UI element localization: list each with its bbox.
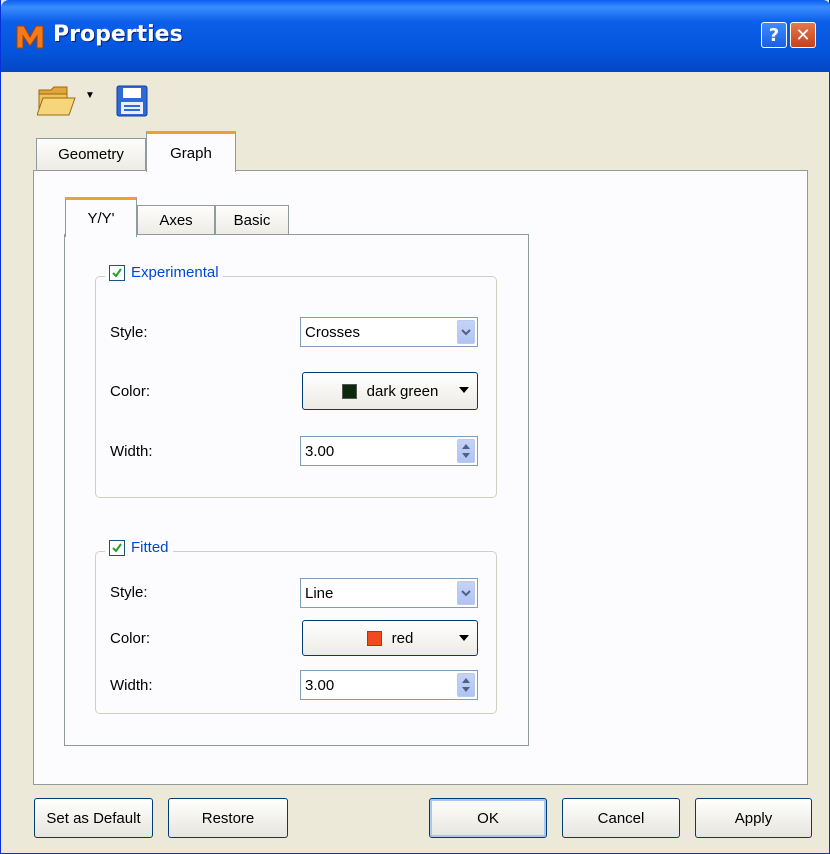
experimental-color-label: Color: bbox=[110, 383, 151, 400]
tab-axes[interactable]: Axes bbox=[137, 205, 215, 235]
experimental-style-value: Crosses bbox=[305, 323, 361, 341]
experimental-width-spinbox[interactable]: 3.00 bbox=[300, 436, 478, 466]
tab-basic[interactable]: Basic bbox=[215, 205, 289, 235]
apply-button[interactable]: Apply bbox=[695, 798, 812, 838]
tab-yy[interactable]: Y/Y' bbox=[65, 197, 137, 237]
experimental-width-label: Width: bbox=[110, 443, 153, 460]
title-bar[interactable]: Properties ? ✕ bbox=[1, 0, 830, 72]
close-button[interactable]: ✕ bbox=[790, 22, 816, 48]
spin-arrows-icon[interactable] bbox=[457, 439, 475, 463]
fitted-color-label: Color: bbox=[110, 630, 151, 647]
experimental-style-select[interactable]: Crosses bbox=[300, 317, 478, 347]
folder-open-icon[interactable] bbox=[37, 82, 77, 118]
cancel-button[interactable]: Cancel bbox=[562, 798, 680, 838]
properties-dialog: Properties ? ✕ ▼ Geometry Graph Y/Y' Axe… bbox=[0, 0, 830, 854]
window-title: Properties bbox=[53, 22, 183, 47]
fitted-width-spinbox[interactable]: 3.00 bbox=[300, 670, 478, 700]
fitted-style-select[interactable]: Line bbox=[300, 578, 478, 608]
help-button[interactable]: ? bbox=[761, 22, 787, 48]
experimental-group-header: Experimental bbox=[105, 264, 223, 281]
experimental-color-button[interactable]: dark green bbox=[302, 372, 478, 410]
color-swatch bbox=[341, 383, 357, 399]
fitted-width-value: 3.00 bbox=[305, 676, 335, 694]
fitted-color-button[interactable]: red bbox=[302, 620, 478, 656]
checkmark-icon bbox=[112, 267, 122, 278]
caret-down-icon bbox=[459, 635, 469, 641]
chevron-down-icon[interactable] bbox=[457, 581, 475, 605]
set-as-default-button[interactable]: Set as Default bbox=[34, 798, 153, 838]
experimental-style-label: Style: bbox=[110, 324, 148, 341]
app-logo-icon bbox=[16, 25, 44, 49]
fitted-style-value: Line bbox=[305, 584, 334, 602]
experimental-label: Experimental bbox=[131, 264, 219, 281]
spin-arrows-icon[interactable] bbox=[457, 673, 475, 697]
fitted-width-label: Width: bbox=[110, 677, 153, 694]
floppy-disk-icon[interactable] bbox=[115, 84, 149, 118]
fitted-label: Fitted bbox=[131, 539, 169, 556]
open-dropdown-arrow-icon[interactable]: ▼ bbox=[85, 90, 95, 101]
ok-button[interactable]: OK bbox=[429, 798, 547, 838]
tab-graph[interactable]: Graph bbox=[146, 131, 236, 172]
fitted-style-label: Style: bbox=[110, 584, 148, 601]
fitted-color-value: red bbox=[391, 629, 414, 647]
experimental-width-value: 3.00 bbox=[305, 442, 335, 460]
checkmark-icon bbox=[112, 542, 122, 553]
fitted-group-header: Fitted bbox=[105, 539, 173, 556]
color-swatch bbox=[366, 630, 382, 646]
chevron-down-icon[interactable] bbox=[457, 320, 475, 344]
restore-button[interactable]: Restore bbox=[168, 798, 288, 838]
experimental-color-value: dark green bbox=[366, 382, 439, 400]
caret-down-icon bbox=[459, 387, 469, 393]
tab-geometry[interactable]: Geometry bbox=[36, 138, 146, 170]
fitted-checkbox[interactable] bbox=[109, 539, 125, 556]
experimental-checkbox[interactable] bbox=[109, 264, 125, 281]
